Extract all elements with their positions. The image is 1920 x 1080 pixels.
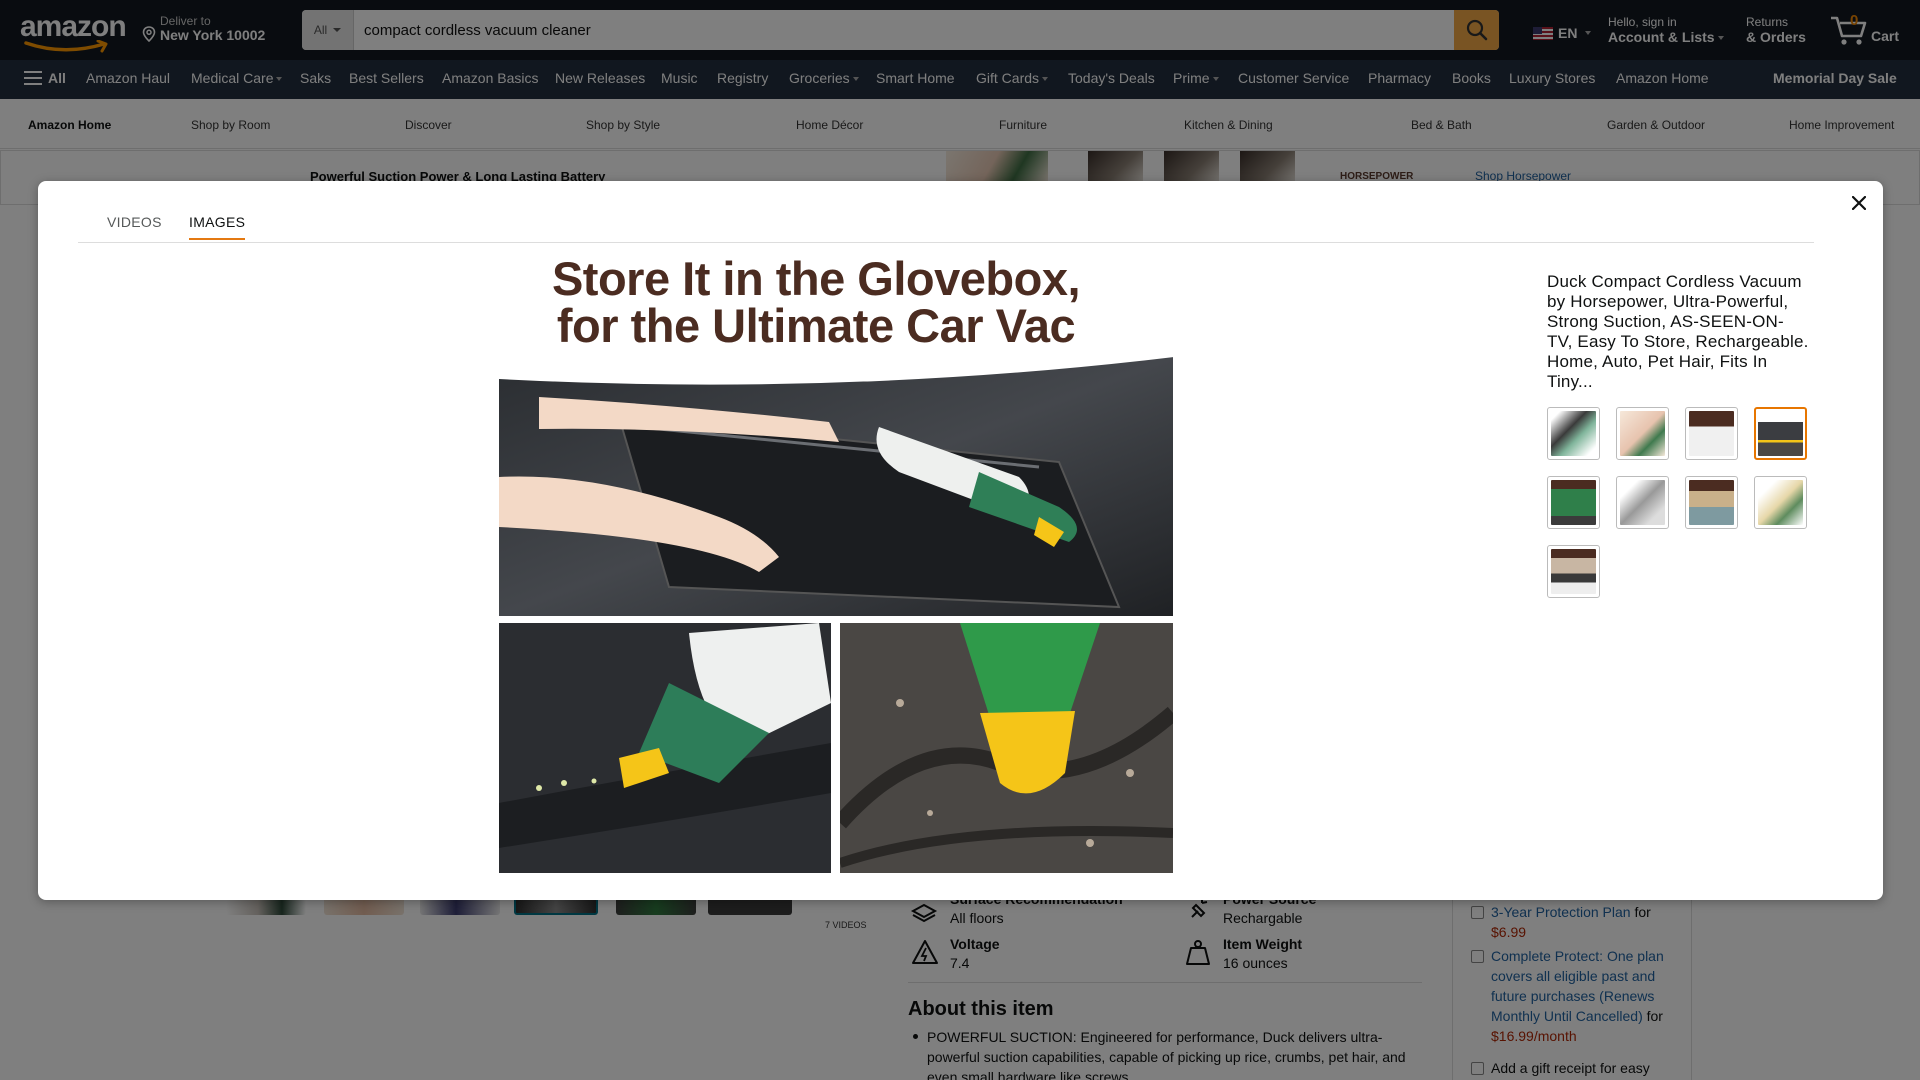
image-thumbnail[interactable] — [1616, 476, 1669, 529]
image-thumbnail[interactable] — [1685, 476, 1738, 529]
thumbnail-image — [1551, 549, 1596, 594]
thumbnail-image — [1689, 480, 1734, 525]
image-gallery-modal: VIDEOS IMAGES Store It in the Glovebox, … — [38, 181, 1883, 900]
image-thumbnail[interactable] — [1616, 407, 1669, 460]
tab-videos[interactable]: VIDEOS — [107, 214, 162, 238]
car-seat-vacuum-photo — [499, 623, 831, 873]
floor-mat-vacuum-photo — [840, 623, 1173, 873]
headline-line-2: for the Ultimate Car Vac — [556, 299, 1076, 352]
image-thumbnail[interactable] — [1547, 545, 1600, 598]
thumbnail-image — [1689, 411, 1734, 456]
thumbnail-image — [1551, 480, 1596, 525]
thumbnail-image — [1758, 411, 1803, 456]
tab-images[interactable]: IMAGES — [189, 214, 246, 240]
image-thumbnail-selected[interactable] — [1754, 407, 1807, 460]
product-title: Duck Compact Cordless Vacuum by Horsepow… — [1547, 272, 1809, 391]
headline-line-1: Store It in the Glovebox, — [551, 252, 1081, 305]
image-thumbnail[interactable] — [1754, 476, 1807, 529]
close-icon — [1852, 196, 1866, 210]
main-product-image[interactable]: Store It in the Glovebox, for the Ultima… — [459, 247, 1173, 876]
thumbnail-image — [1551, 411, 1596, 456]
thumbnail-image — [1620, 480, 1665, 525]
media-tabs: VIDEOS IMAGES — [78, 199, 1814, 243]
image-thumbnail[interactable] — [1547, 476, 1600, 529]
image-thumbnail[interactable] — [1685, 407, 1738, 460]
image-thumbnail[interactable] — [1547, 407, 1600, 460]
close-button[interactable] — [1847, 191, 1871, 215]
thumbnail-image — [1758, 480, 1803, 525]
glovebox-photo — [499, 357, 1173, 616]
thumbnail-image — [1620, 411, 1665, 456]
